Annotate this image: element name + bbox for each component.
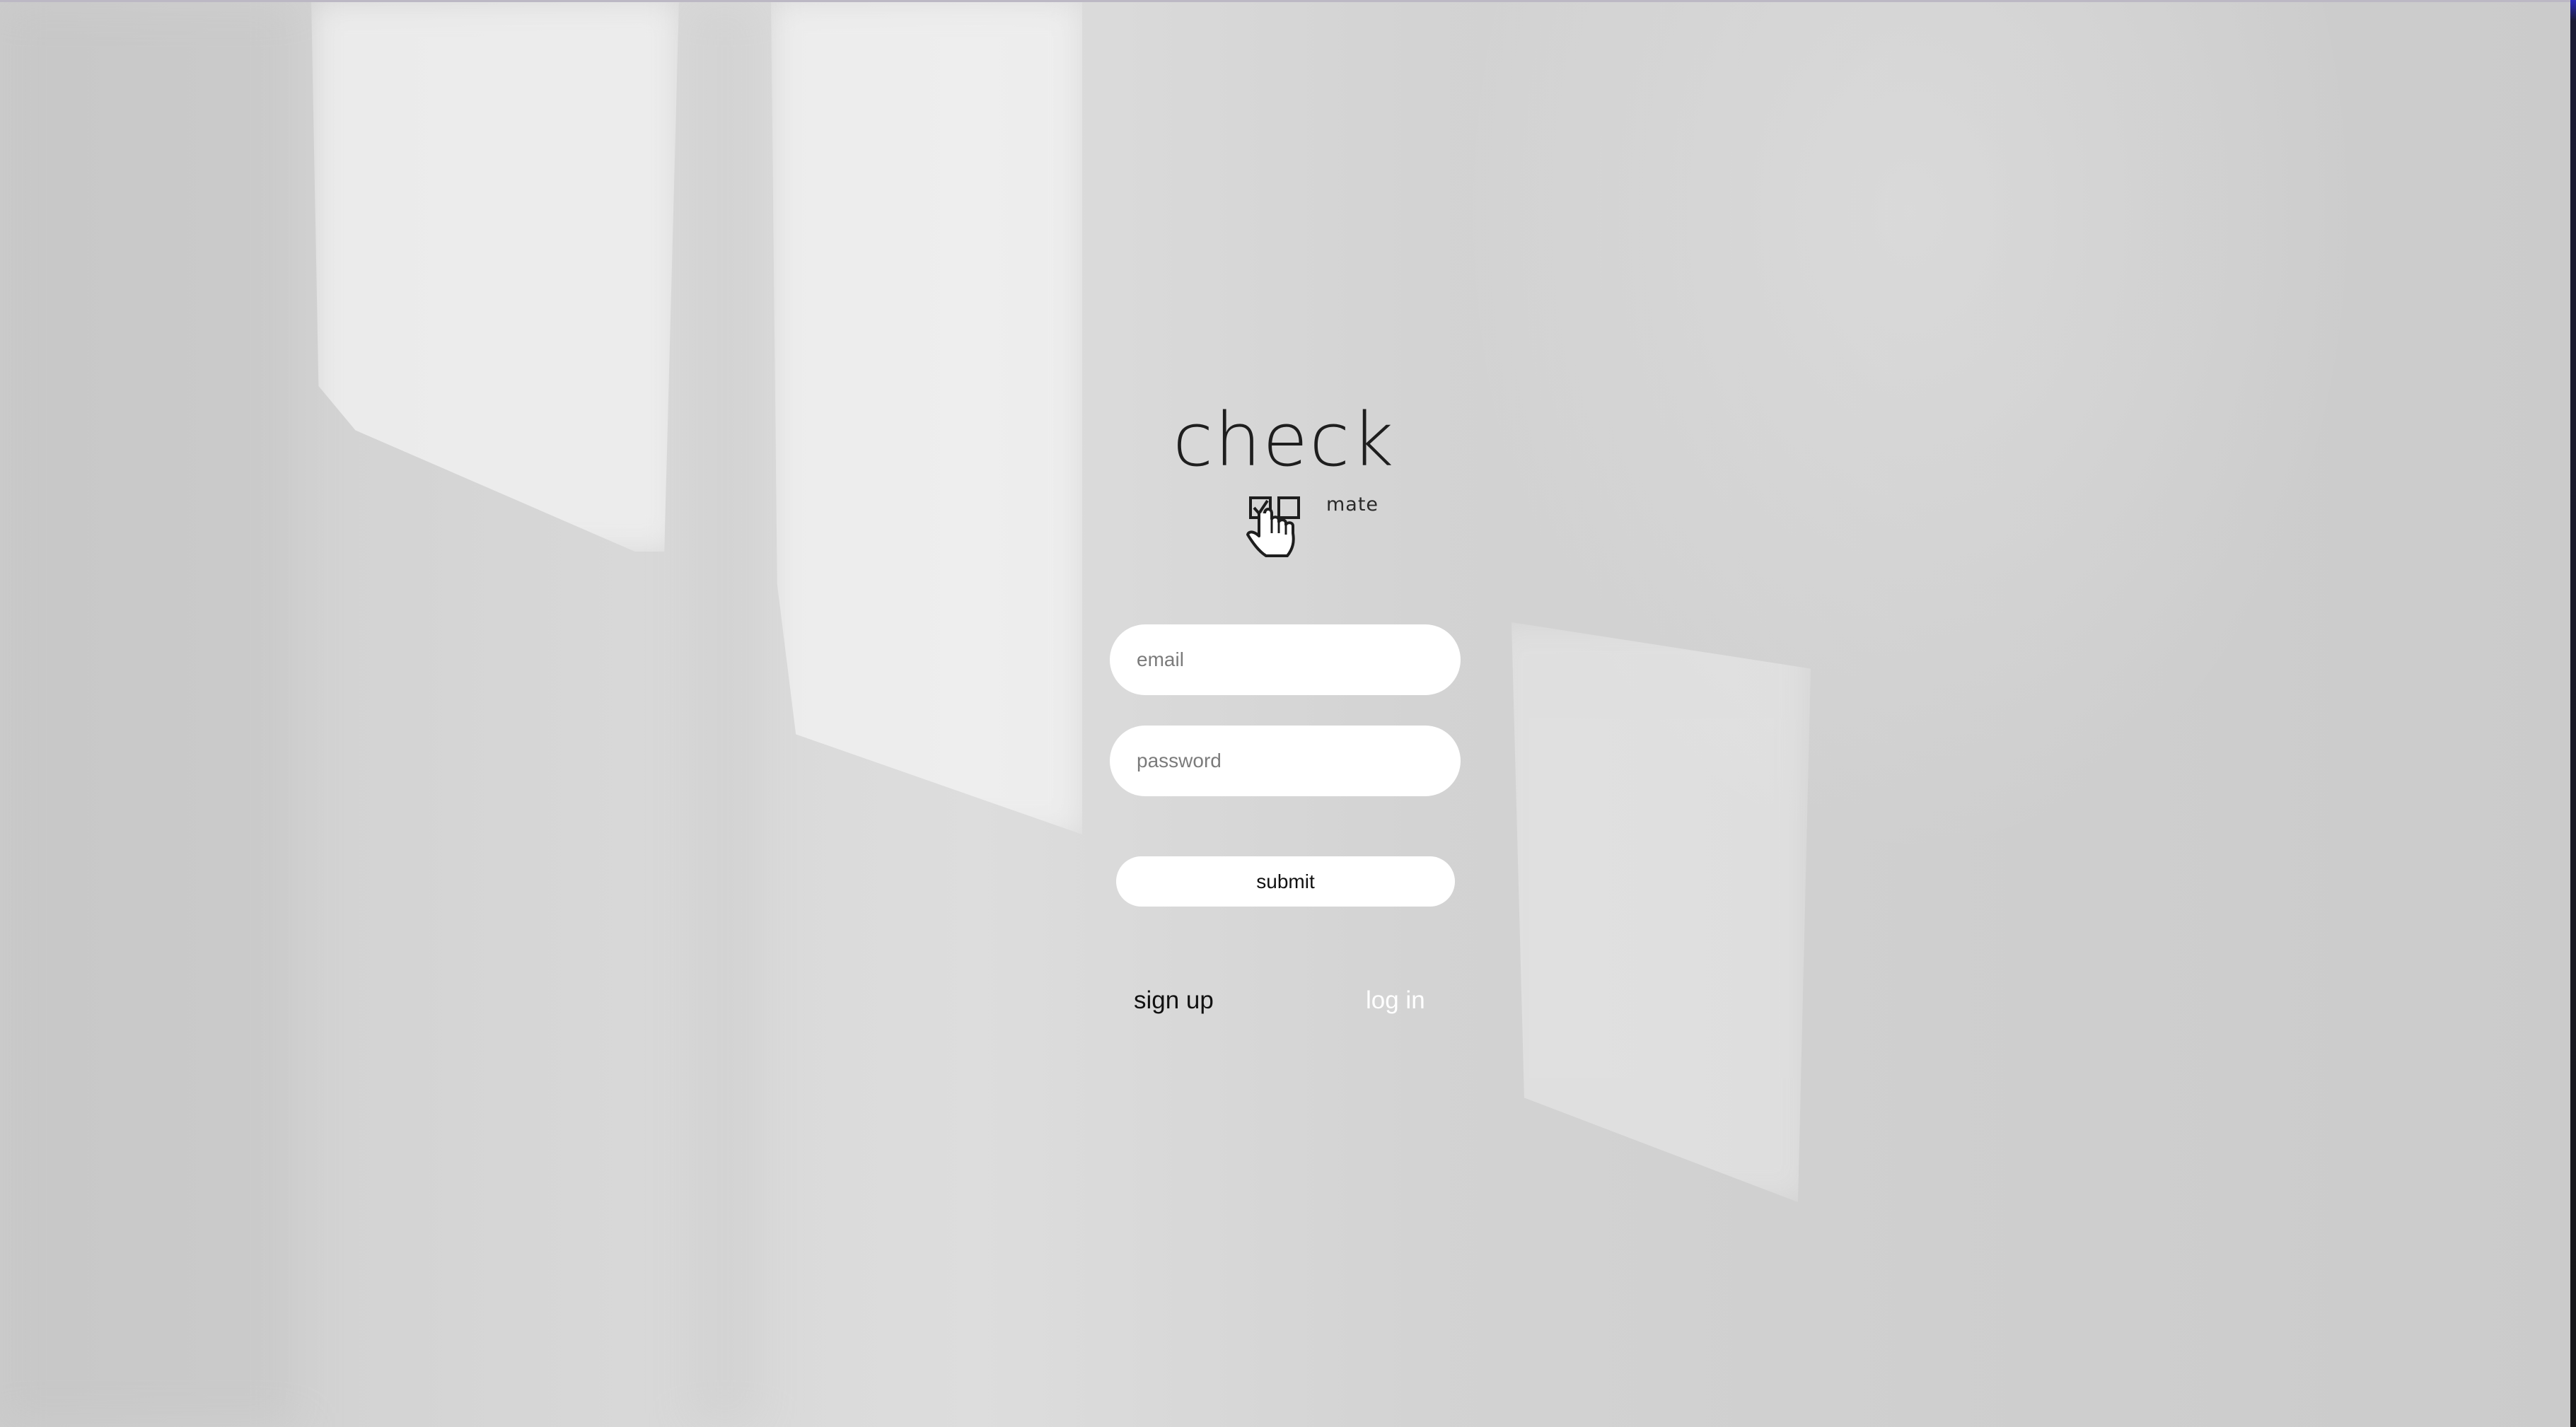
brand-logo: check mate: [1167, 403, 1393, 573]
checkbox-hand-cursor-icon: [1246, 496, 1300, 557]
window-edge: [0, 0, 2570, 2]
email-field[interactable]: [1110, 624, 1461, 695]
window-edge: [2570, 0, 2576, 1427]
background-light-patch: [771, 0, 1082, 834]
log-in-link[interactable]: log in: [1366, 986, 1425, 1015]
brand-wordmark: check: [1173, 397, 1396, 483]
brand-subtitle: mate: [1326, 494, 1379, 516]
sign-up-link[interactable]: sign up: [1134, 986, 1214, 1015]
password-field[interactable]: [1110, 726, 1461, 796]
background-shadow: [686, 0, 764, 1427]
submit-button[interactable]: submit: [1116, 856, 1455, 907]
background-light-patch: [1512, 622, 1811, 1202]
login-page-background: check mate submit sign up log in: [0, 0, 2570, 1427]
background-shadow: [0, 0, 297, 1427]
background-light-patch: [311, 0, 679, 552]
